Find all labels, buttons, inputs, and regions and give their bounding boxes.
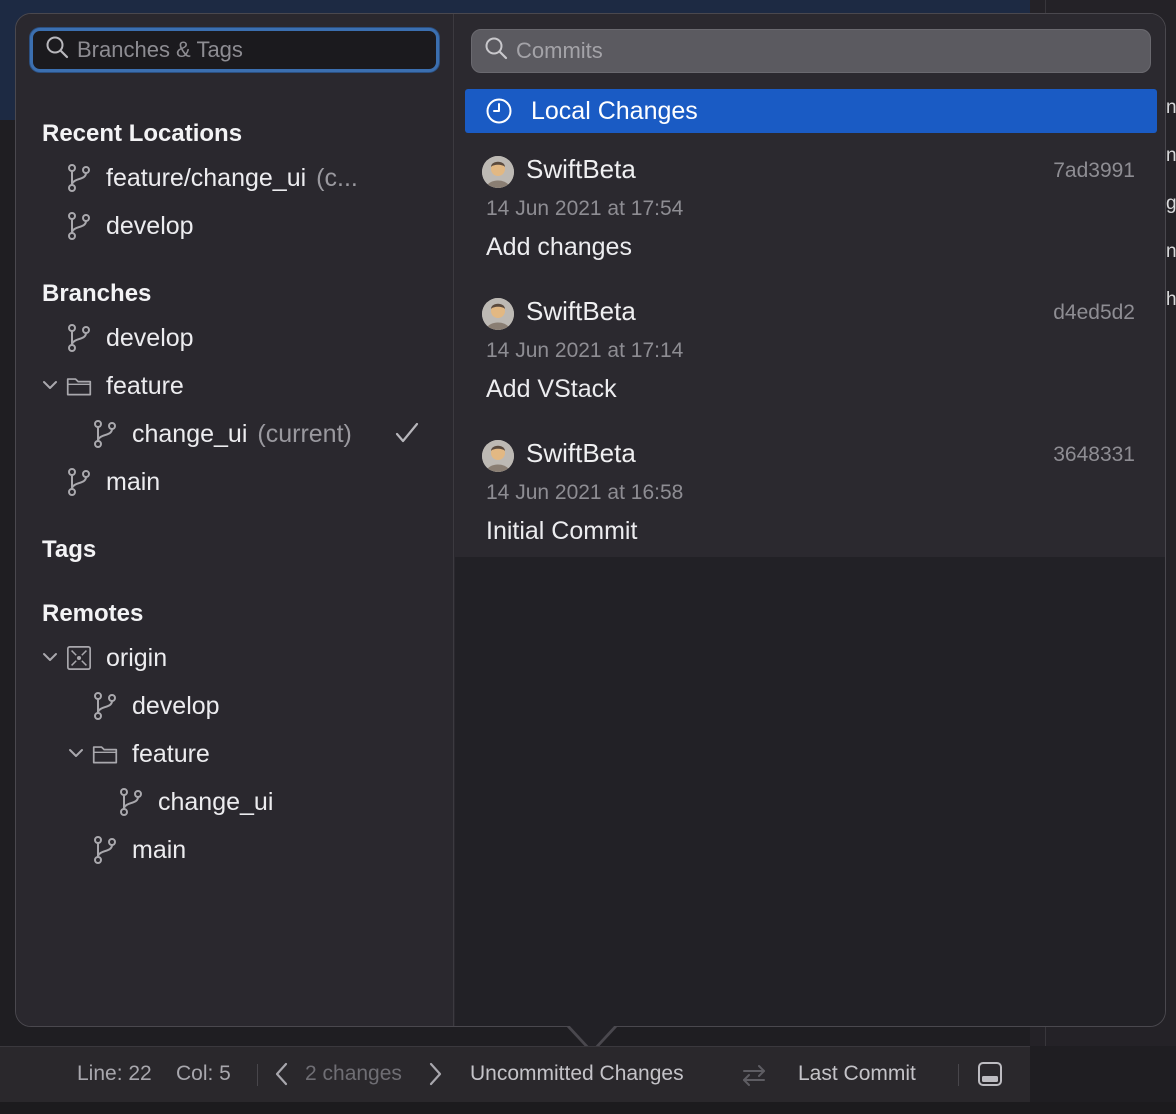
branch-icon xyxy=(118,787,144,817)
changes-count[interactable]: 2 changes xyxy=(305,1062,402,1086)
commit-date: 14 Jun 2021 at 17:14 xyxy=(486,339,684,362)
branches-tags-pane: Branches & Tags Recent Locations feature… xyxy=(16,14,454,1026)
branch-label: develop xyxy=(132,691,220,720)
branch-develop[interactable]: develop xyxy=(66,318,194,358)
recent-location-feature-change-ui[interactable]: feature/change_ui (c... xyxy=(66,158,358,198)
person-avatar-icon xyxy=(482,156,514,188)
divider xyxy=(958,1064,959,1086)
search-placeholder: Branches & Tags xyxy=(77,37,243,62)
panel-toggle-icon[interactable] xyxy=(977,1061,1003,1087)
branch-label: develop xyxy=(106,323,194,352)
clock-icon xyxy=(486,98,512,124)
checkmark-icon xyxy=(395,422,419,443)
commit-author: SwiftBeta xyxy=(526,154,636,184)
remote-label: origin xyxy=(106,643,168,672)
commit-hash: d4ed5d2 xyxy=(1053,301,1135,324)
branch-label: main xyxy=(106,467,161,496)
local-changes-label: Local Changes xyxy=(531,96,698,125)
commit-date: 14 Jun 2021 at 16:58 xyxy=(486,481,684,504)
tags-heading: Tags xyxy=(42,536,97,563)
branch-change-ui-current[interactable]: change_ui (current) xyxy=(92,414,352,454)
clipped-letter: n xyxy=(1166,145,1176,166)
search-icon xyxy=(45,35,69,65)
last-commit-button[interactable]: Last Commit xyxy=(798,1062,916,1086)
local-changes-row[interactable]: Local Changes xyxy=(465,89,1157,133)
current-branch-suffix: (current) xyxy=(257,419,352,448)
commit-date: 14 Jun 2021 at 17:54 xyxy=(486,197,684,220)
folder-icon xyxy=(92,739,118,769)
clipped-letter: n xyxy=(1166,97,1176,118)
branch-icon xyxy=(66,467,92,497)
recent-location-label: feature/change_ui xyxy=(106,163,307,192)
folder-label: feature xyxy=(106,371,184,400)
clipped-letter: g xyxy=(1166,193,1176,214)
remote-icon xyxy=(66,643,92,673)
commit-row[interactable]: SwiftBeta 3648331 14 Jun 2021 at 16:58 I… xyxy=(455,433,1165,575)
commit-message: Add changes xyxy=(486,233,632,261)
inspector-clipped-text: n n g n h xyxy=(1166,84,1176,324)
clipped-letter: n xyxy=(1166,241,1176,262)
folder-icon xyxy=(66,371,92,401)
line-indicator: Line: 22 xyxy=(77,1062,152,1085)
recent-locations-heading: Recent Locations xyxy=(42,120,243,147)
chevron-left-icon[interactable] xyxy=(274,1061,290,1087)
branch-commit-popover: Branches & Tags Recent Locations feature… xyxy=(15,13,1166,1027)
recent-location-label: develop xyxy=(106,211,194,240)
chevron-down-icon[interactable] xyxy=(41,648,59,666)
branches-heading: Branches xyxy=(42,280,152,307)
remote-branch-main[interactable]: main xyxy=(92,830,186,870)
editor-status-bar: Line: 22 Col: 5 2 changes Uncommitted Ch… xyxy=(0,1046,1030,1102)
commit-hash: 3648331 xyxy=(1053,443,1135,466)
branch-label: change_ui xyxy=(158,787,274,816)
chevron-down-icon[interactable] xyxy=(67,744,85,762)
window-bottom-edge xyxy=(0,1102,1176,1114)
commit-author: SwiftBeta xyxy=(526,438,636,468)
remote-branch-develop[interactable]: develop xyxy=(92,686,220,726)
chevron-right-icon[interactable] xyxy=(427,1061,443,1087)
commit-hash: 7ad3991 xyxy=(1053,159,1135,182)
column-indicator: Col: 5 xyxy=(176,1062,231,1085)
commit-message: Initial Commit xyxy=(486,517,638,545)
person-avatar-icon xyxy=(482,440,514,472)
branch-icon xyxy=(92,419,118,449)
branch-folder-feature[interactable]: feature xyxy=(66,366,184,406)
branch-icon xyxy=(66,323,92,353)
commit-author: SwiftBeta xyxy=(526,296,636,326)
branch-icon xyxy=(66,211,92,241)
commit-message: Add VStack xyxy=(486,375,617,403)
recent-location-develop[interactable]: develop xyxy=(66,206,194,246)
branch-label: main xyxy=(132,835,187,864)
branch-icon xyxy=(66,163,92,193)
folder-label: feature xyxy=(132,739,210,768)
commits-pane: Commits Local Changes SwiftBeta 7ad3991 … xyxy=(455,14,1165,1026)
recent-location-suffix: (c... xyxy=(316,163,358,192)
search-placeholder: Commits xyxy=(516,38,603,63)
branch-label: change_ui xyxy=(132,419,248,448)
commit-row[interactable]: SwiftBeta 7ad3991 14 Jun 2021 at 17:54 A… xyxy=(455,149,1165,291)
branch-icon xyxy=(92,691,118,721)
divider xyxy=(257,1064,258,1086)
branches-tags-search-input[interactable]: Branches & Tags xyxy=(30,28,439,72)
remote-origin[interactable]: origin xyxy=(66,638,167,678)
search-icon xyxy=(484,36,508,66)
person-avatar-icon xyxy=(482,298,514,330)
remote-branch-change-ui[interactable]: change_ui xyxy=(118,782,273,822)
branch-icon xyxy=(92,835,118,865)
chevron-down-icon[interactable] xyxy=(41,376,59,394)
compare-arrows-icon[interactable] xyxy=(740,1062,768,1088)
remotes-heading: Remotes xyxy=(42,600,144,627)
branch-main[interactable]: main xyxy=(66,462,160,502)
commits-search-input[interactable]: Commits xyxy=(471,29,1151,73)
remote-folder-feature[interactable]: feature xyxy=(92,734,210,774)
clipped-letter: h xyxy=(1166,289,1176,310)
commit-row[interactable]: SwiftBeta d4ed5d2 14 Jun 2021 at 17:14 A… xyxy=(455,291,1165,433)
uncommitted-changes-button[interactable]: Uncommitted Changes xyxy=(470,1062,684,1086)
